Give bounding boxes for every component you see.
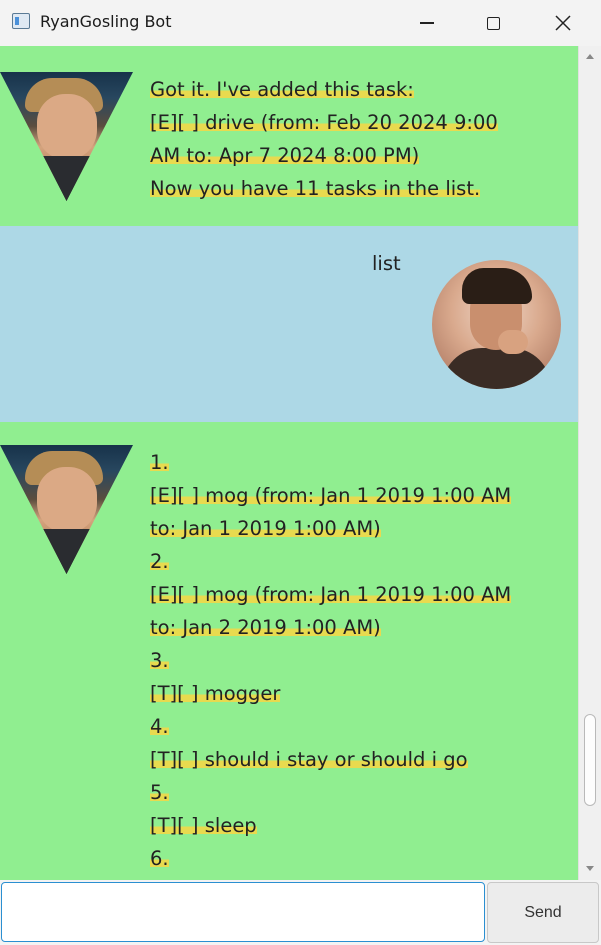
vertical-scrollbar[interactable] [578,46,601,880]
close-button[interactable] [540,0,586,46]
user-avatar [432,260,561,389]
message-line: 1. [150,451,169,474]
bot-message-text: 1. [E][ ] mog (from: Jan 1 2019 1:00 AM … [150,446,560,875]
message-line: to: Jan 1 2019 1:00 AM) [150,517,381,540]
window-title: RyanGosling Bot [40,12,172,31]
message-line: to: Jan 2 2019 1:00 AM) [150,616,381,639]
user-message: list [0,226,578,422]
scrollbar-thumb[interactable] [584,714,596,806]
chat-scroll-pane[interactable]: Got it. I've added this task: [E][ ] dri… [0,46,578,880]
message-line: [T][ ] sleep [150,814,257,837]
message-line: [E][ ] mog (from: Jan 1 2019 1:00 AM [150,583,512,606]
message-line: 3. [150,649,169,672]
scroll-down-icon[interactable] [586,866,594,871]
bot-message: 1. [E][ ] mog (from: Jan 1 2019 1:00 AM … [0,422,578,880]
minimize-icon [420,22,434,24]
message-line: Now you have 11 tasks in the list. [150,177,481,200]
message-line: 5. [150,781,169,804]
maximize-button[interactable] [470,0,516,46]
bot-avatar [0,72,133,201]
title-bar: RyanGosling Bot [0,0,601,46]
scroll-up-icon[interactable] [586,54,594,59]
message-line: [T][ ] mogger [150,682,281,705]
send-button[interactable]: Send [487,882,599,943]
maximize-icon [486,16,500,30]
message-line: 4. [150,715,169,738]
message-line: 6. [150,847,169,870]
message-line: 2. [150,550,169,573]
app-window-icon [12,13,30,29]
bot-avatar [0,445,133,574]
message-line: [T][ ] should i stay or should i go [150,748,468,771]
minimize-button[interactable] [404,0,450,46]
message-line: Got it. I've added this task: [150,78,414,101]
message-line: AM to: Apr 7 2024 8:00 PM) [150,144,420,167]
bot-message: Got it. I've added this task: [E][ ] dri… [0,46,578,226]
message-line: [E][ ] drive (from: Feb 20 2024 9:00 [150,111,498,134]
bot-message-text: Got it. I've added this task: [E][ ] dri… [150,73,560,205]
message-line: [E][ ] mog (from: Jan 1 2019 1:00 AM [150,484,512,507]
user-message-text: list [372,252,401,275]
message-input[interactable] [1,882,485,942]
input-bar: Send [0,880,601,945]
close-icon [555,15,571,31]
